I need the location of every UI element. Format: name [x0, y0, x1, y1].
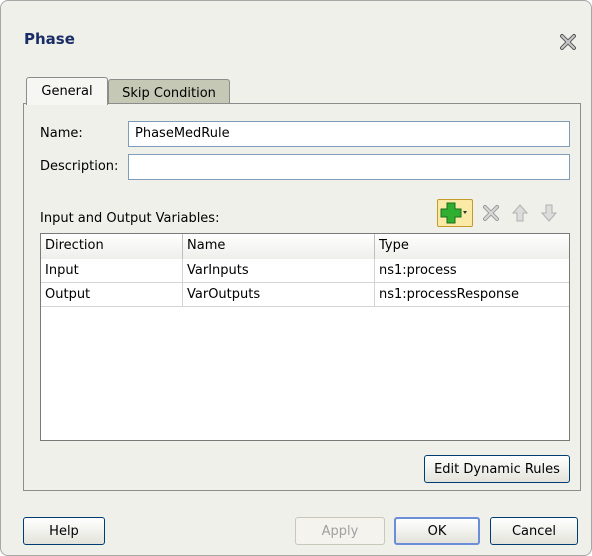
variables-label: Input and Output Variables: — [40, 211, 220, 226]
cancel-button[interactable]: Cancel — [490, 517, 578, 545]
name-label: Name: — [40, 126, 83, 141]
edit-dynamic-rules-button[interactable]: Edit Dynamic Rules — [424, 455, 570, 483]
tab-skip-condition-label: Skip Condition — [122, 85, 216, 101]
name-field[interactable]: PhaseMedRule — [128, 121, 570, 147]
cell-type: ns1:processResponse — [379, 287, 520, 302]
column-header-type[interactable]: Type — [375, 234, 569, 259]
help-button[interactable]: Help — [23, 517, 105, 545]
variables-table[interactable]: Direction Name Type Input VarInputs ns1:… — [40, 233, 570, 441]
column-header-name[interactable]: Name — [183, 234, 375, 259]
cell-type: ns1:process — [379, 263, 457, 278]
move-down-button[interactable] — [537, 201, 561, 225]
table-row[interactable]: Output VarOutputs ns1:processResponse — [41, 283, 569, 307]
tab-general-label: General — [41, 84, 93, 99]
cell-direction: Input — [41, 259, 183, 283]
table-row[interactable]: Input VarInputs ns1:process — [41, 259, 569, 283]
dialog-title: Phase — [24, 30, 75, 48]
description-field[interactable] — [128, 154, 570, 180]
cell-name: VarInputs — [183, 259, 375, 283]
move-up-button[interactable] — [508, 201, 532, 225]
column-header-direction[interactable]: Direction — [41, 234, 183, 259]
close-button[interactable] — [558, 32, 578, 52]
move-down-icon — [540, 204, 558, 222]
move-up-icon — [511, 204, 529, 222]
table-header: Direction Name Type — [41, 234, 569, 259]
tab-skip-condition[interactable]: Skip Condition — [108, 79, 230, 106]
tab-general[interactable]: General — [26, 77, 108, 105]
close-icon — [560, 34, 576, 50]
delete-variable-button[interactable] — [479, 201, 503, 225]
phase-dialog: Phase General Skip Condition Name: Phase… — [0, 0, 592, 556]
add-icon — [440, 202, 467, 224]
ok-button[interactable]: OK — [394, 517, 480, 545]
delete-icon — [483, 205, 499, 221]
cell-name: VarOutputs — [183, 283, 375, 307]
apply-button[interactable]: Apply — [295, 517, 385, 545]
cell-direction: Output — [41, 283, 183, 307]
add-variable-button[interactable] — [437, 199, 473, 227]
description-label: Description: — [40, 159, 119, 174]
